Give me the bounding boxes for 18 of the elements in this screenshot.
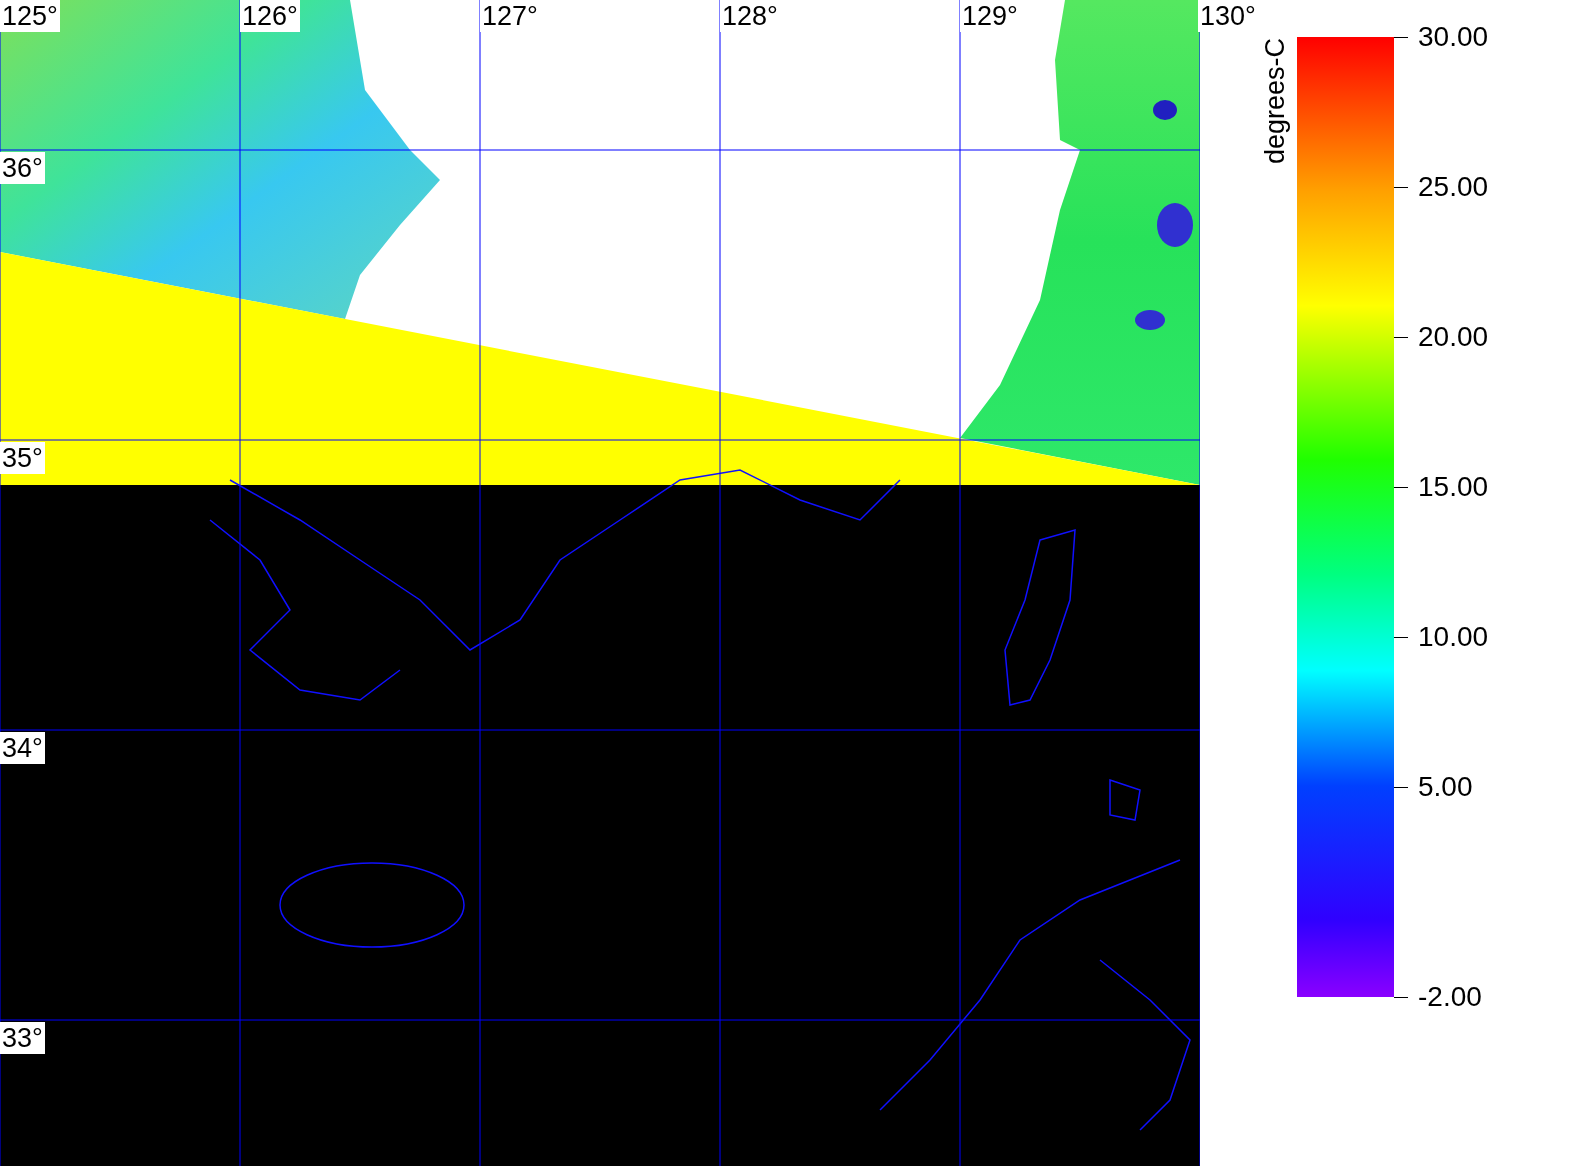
- scale-value: 20.00: [1418, 321, 1489, 353]
- longitude-label: 127°: [480, 0, 540, 32]
- latitude-label: 35°: [0, 442, 45, 474]
- scale-value: 30.00: [1418, 21, 1489, 53]
- scale-value: 5.00: [1418, 771, 1473, 803]
- scale-value: 25.00: [1418, 171, 1489, 203]
- longitude-label: 130°: [1198, 0, 1258, 32]
- longitude-label: 125°: [0, 0, 60, 32]
- latitude-label: 33°: [0, 1022, 45, 1054]
- scale-value: 10.00: [1418, 621, 1489, 653]
- unit-label: degrees-C: [1260, 38, 1290, 165]
- scale-value: -2.00: [1418, 981, 1482, 1013]
- longitude-label: 129°: [960, 0, 1020, 32]
- latitude-label: 34°: [0, 732, 45, 764]
- latitude-label: 36°: [0, 152, 45, 184]
- longitude-label: 128°: [720, 0, 780, 32]
- longitude-label: 126°: [240, 0, 300, 32]
- scale-value: 15.00: [1418, 471, 1489, 503]
